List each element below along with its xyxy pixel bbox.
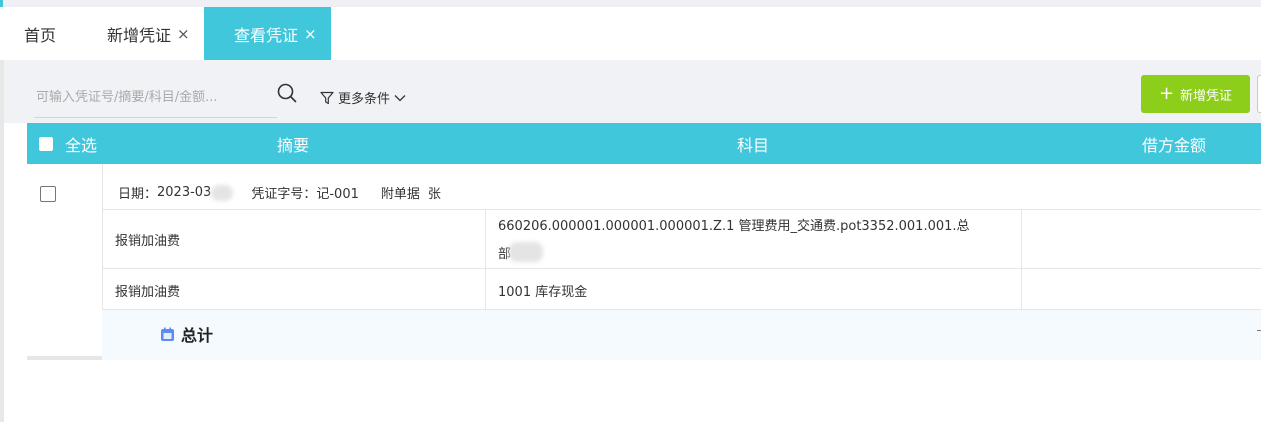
search-icon[interactable] <box>277 83 297 107</box>
voucher-number-label: 凭证字号： <box>251 187 317 202</box>
main-content: 更多条件 + 新增凭证 全选 摘要 科目 借方金额 日期： 2023-03 凭证… <box>4 60 1261 422</box>
total-row-label: 总计 <box>160 322 213 346</box>
tab-home[interactable]: 首页 <box>24 7 56 60</box>
voucher-number-value[interactable]: 记-001 <box>316 183 359 202</box>
total-row <box>102 310 1261 360</box>
tab-home-label: 首页 <box>24 25 57 45</box>
tab-new-voucher-label: 新增凭证 <box>107 25 172 45</box>
filter-bar: 更多条件 + 新增凭证 <box>4 60 1261 123</box>
total-label: 总计 <box>181 326 214 345</box>
select-all-label: 全选 <box>65 135 98 155</box>
divider <box>102 268 1261 269</box>
entry-summary: 报销加油费 <box>115 285 181 300</box>
select-all[interactable]: 全选 <box>39 123 97 164</box>
tab-bar: 首页 新增凭证 × 查看凭证 × <box>0 7 1261 60</box>
tab-view-voucher-label: 查看凭证 <box>234 25 299 45</box>
tab-view-voucher[interactable]: 查看凭证 × <box>204 7 331 60</box>
search-input[interactable] <box>36 85 246 109</box>
more-conditions-label: 更多条件 <box>338 92 391 107</box>
add-voucher-button[interactable]: + 新增凭证 <box>1141 75 1250 113</box>
voucher-table-body: 日期： 2023-03 凭证字号： 记-001 附单据 张 报销加油费 6602… <box>27 164 1261 360</box>
chevron-down-icon <box>394 94 406 101</box>
divider <box>102 209 1261 210</box>
entry-account-continued: 部 <box>498 242 561 262</box>
top-bar <box>0 0 1261 7</box>
date-label: 日期： <box>118 187 158 202</box>
plus-icon: + <box>1158 83 1175 104</box>
column-header-summary[interactable]: 摘要 <box>277 123 309 164</box>
attachments-label: 附单据 <box>380 187 420 202</box>
toolbar-button-partial[interactable] <box>1257 75 1261 113</box>
tab-new-voucher[interactable]: 新增凭证 × <box>107 7 190 60</box>
attachments-value: 张 <box>427 187 441 202</box>
select-all-checkbox[interactable] <box>39 136 53 151</box>
entry-account: 1001 库存现金 <box>498 285 588 300</box>
add-voucher-label: 新增凭证 <box>1180 88 1233 104</box>
redacted-text <box>509 242 544 262</box>
table-header: 全选 摘要 科目 借方金额 <box>27 123 1261 164</box>
calendar-icon <box>161 327 174 341</box>
divider <box>485 209 486 309</box>
entry-account: 660206.000001.000001.000001.Z.1 管理费用_交通费… <box>498 219 970 234</box>
close-icon[interactable]: × <box>177 25 190 43</box>
redacted-text <box>211 184 234 201</box>
column-header-debit[interactable]: 借方金额 <box>1142 123 1206 164</box>
search-box <box>34 80 277 118</box>
voucher-row-checkbox[interactable] <box>40 186 56 202</box>
entry-summary: 报销加油费 <box>115 234 181 249</box>
close-icon[interactable]: × <box>304 25 317 43</box>
more-conditions-button[interactable]: 更多条件 <box>320 88 410 107</box>
date-value: 2023-03 <box>157 185 212 200</box>
filter-icon <box>320 91 334 104</box>
top-bar-accent <box>0 0 3 7</box>
edge-mark <box>1257 330 1261 331</box>
voucher-header: 日期： 2023-03 凭证字号： 记-001 附单据 张 <box>118 183 441 202</box>
column-header-account[interactable]: 科目 <box>737 123 769 164</box>
